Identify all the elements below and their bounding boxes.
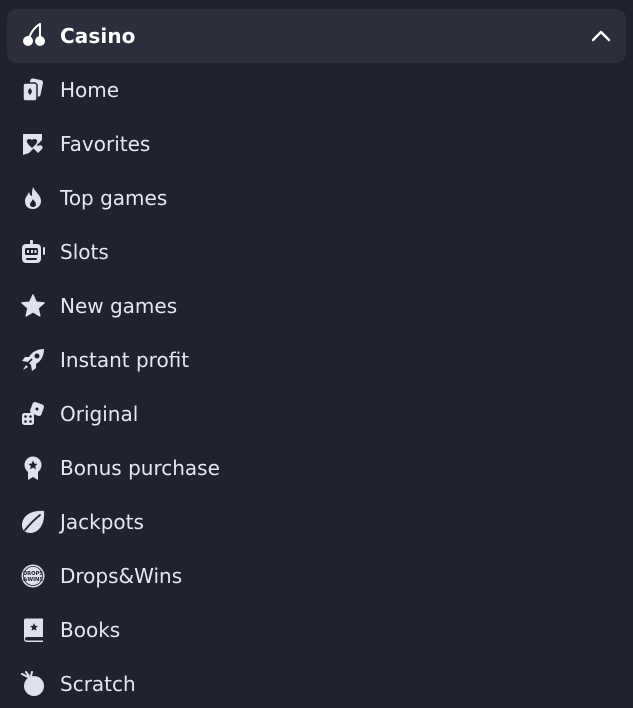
menu-item-home[interactable]: Home: [0, 63, 633, 117]
menu-item-label: Favorites: [60, 132, 151, 156]
menu-item-label: Jackpots: [60, 510, 144, 534]
menu-item-label: Slots: [60, 240, 109, 264]
flame-icon: [20, 185, 46, 211]
menu-item-new-games[interactable]: New games: [0, 279, 633, 333]
dice-icon: [20, 401, 46, 427]
menu-item-label: Top games: [60, 186, 168, 210]
menu-item-label: New games: [60, 294, 178, 318]
menu-item-slots[interactable]: Slots: [0, 225, 633, 279]
leaf-coin-icon: [20, 509, 46, 535]
rocket-icon: [20, 347, 46, 373]
heart-bookmark-icon: [20, 131, 46, 157]
slot-machine-icon: [20, 239, 46, 265]
drops-wins-icon: DROPS &WINS: [20, 563, 46, 589]
scratch-ball-icon: [20, 671, 46, 697]
medal-icon: [20, 455, 46, 481]
menu-item-top-games[interactable]: Top games: [0, 171, 633, 225]
menu-item-scratch[interactable]: Scratch: [0, 657, 633, 708]
menu-item-original[interactable]: Original: [0, 387, 633, 441]
menu-item-drops-wins[interactable]: DROPS &WINS Drops&Wins: [0, 549, 633, 603]
menu-item-favorites[interactable]: Favorites: [0, 117, 633, 171]
menu-item-label: Bonus purchase: [60, 456, 220, 480]
menu-item-label: Books: [60, 618, 121, 642]
menu-item-label: Original: [60, 402, 139, 426]
casino-menu: Casino Home Favorites Top games Slots Ne…: [0, 0, 633, 708]
menu-item-label: Scratch: [60, 672, 136, 696]
menu-item-label: Drops&Wins: [60, 564, 183, 588]
cherries-icon: [21, 22, 47, 48]
cards-icon: [20, 77, 46, 103]
menu-item-bonus-purchase[interactable]: Bonus purchase: [0, 441, 633, 495]
star-icon: [20, 293, 46, 319]
menu-item-label: Instant profit: [60, 348, 190, 372]
casino-header[interactable]: Casino: [7, 9, 626, 63]
menu-item-label: Home: [60, 78, 120, 102]
book-icon: [20, 617, 46, 643]
menu-item-instant-profit[interactable]: Instant profit: [0, 333, 633, 387]
menu-item-books[interactable]: Books: [0, 603, 633, 657]
menu-item-jackpots[interactable]: Jackpots: [0, 495, 633, 549]
svg-text:&WINS: &WINS: [23, 577, 44, 583]
casino-header-label: Casino: [60, 24, 136, 48]
chevron-up-icon[interactable]: [590, 25, 612, 47]
